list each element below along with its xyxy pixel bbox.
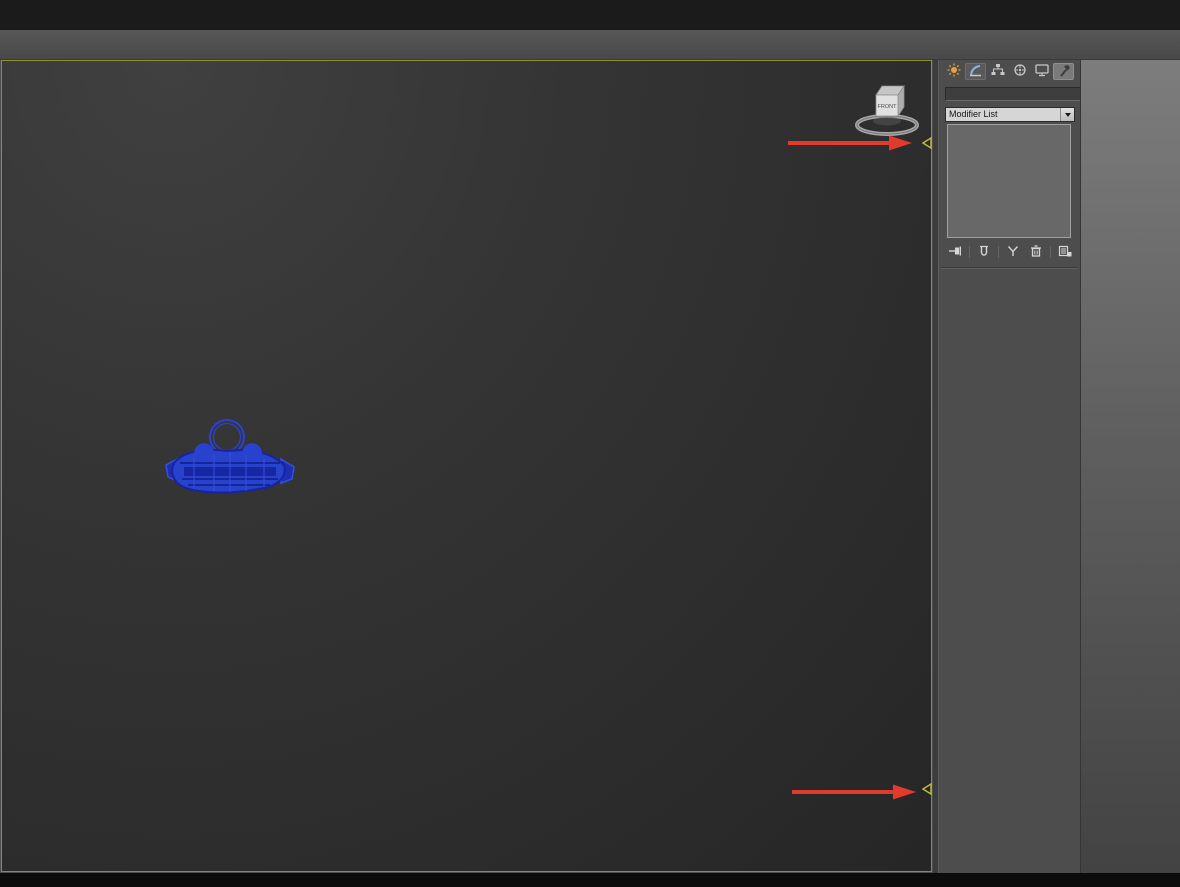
application-window: { "viewport": { "viewcube_label": "FRONT… (0, 0, 1180, 887)
configure-modifier-sets-button[interactable] (1056, 245, 1075, 260)
tab-modify[interactable] (965, 63, 986, 80)
make-unique-icon (1006, 245, 1020, 260)
scene-object-wireframe[interactable] (164, 415, 296, 499)
pin-stack-button[interactable] (945, 245, 964, 260)
pin-stack-icon (948, 245, 962, 260)
remove-modifier-icon (1029, 244, 1043, 260)
viewport-front[interactable]: FRONT (1, 60, 932, 872)
titlebar (0, 0, 1180, 30)
toolbar-strip (0, 30, 1180, 60)
chevron-down-icon (1064, 112, 1071, 117)
viewcube-front-label: FRONT (878, 104, 898, 110)
modifier-list-label: Modifier List (949, 109, 998, 119)
viewport-edge-marker-lower (921, 782, 933, 796)
modifier-stack-toolbar (945, 244, 1075, 260)
command-panel-tabs (943, 63, 1074, 81)
remove-modifier-button[interactable] (1027, 244, 1046, 260)
annotation-arrow-lower (790, 781, 920, 803)
right-side-area (1080, 60, 1180, 887)
annotation-arrow-upper (786, 132, 916, 154)
toolbar-separator (997, 246, 999, 258)
dropdown-arrow-button[interactable] (1060, 108, 1074, 121)
tab-create[interactable] (943, 63, 964, 80)
modifier-list-dropdown[interactable]: Modifier List (945, 107, 1075, 122)
create-icon (946, 63, 962, 80)
toolbar-separator (1050, 246, 1052, 258)
display-icon (1034, 63, 1050, 80)
command-panel: Modifier List (938, 60, 1087, 887)
tab-hierarchy[interactable] (987, 63, 1008, 80)
object-top-circle (209, 419, 245, 455)
object-name-input[interactable] (945, 87, 1083, 101)
modify-icon (968, 63, 984, 80)
panel-divider (941, 267, 1078, 269)
toolbar-separator (968, 246, 970, 258)
configure-modifier-sets-icon (1058, 245, 1072, 260)
viewport-edge-marker-upper (921, 136, 933, 150)
viewcube[interactable]: FRONT (849, 81, 925, 139)
show-end-result-button[interactable] (974, 245, 993, 260)
tab-display[interactable] (1031, 63, 1052, 80)
tab-motion[interactable] (1009, 63, 1030, 80)
motion-icon (1012, 63, 1028, 80)
tab-utilities[interactable] (1053, 63, 1074, 80)
modifier-stack-list[interactable] (947, 124, 1071, 238)
show-end-result-icon (977, 245, 991, 260)
bottom-bar (0, 873, 1180, 887)
utilities-icon (1056, 63, 1072, 80)
object-name-row (945, 87, 1087, 101)
hierarchy-icon (990, 63, 1006, 80)
make-unique-button[interactable] (1003, 245, 1022, 260)
